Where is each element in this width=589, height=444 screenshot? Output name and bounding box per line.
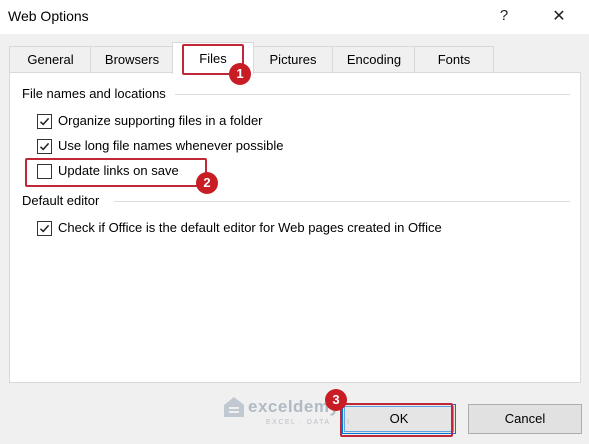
step-marker-3: 3 xyxy=(325,389,347,411)
checkmark-icon xyxy=(39,224,50,233)
checkmark-icon xyxy=(39,142,50,151)
default-editor-label: Check if Office is the default editor fo… xyxy=(58,220,442,235)
default-editor-option[interactable]: Check if Office is the default editor fo… xyxy=(37,220,457,238)
file-names-section-label: File names and locations xyxy=(22,86,166,101)
watermark-tagline: EXCEL · DATA · BI xyxy=(266,419,351,426)
cancel-button[interactable]: Cancel xyxy=(468,404,582,434)
section-divider xyxy=(175,94,570,95)
section-divider xyxy=(114,201,570,202)
window-title: Web Options xyxy=(8,8,89,24)
step-marker-1: 1 xyxy=(229,63,251,85)
step-marker-2: 2 xyxy=(196,172,218,194)
title-bar: Web Options ? ✕ xyxy=(0,0,589,34)
close-icon[interactable]: ✕ xyxy=(548,6,570,28)
organize-files-checkbox[interactable] xyxy=(37,114,52,129)
update-links-highlight xyxy=(25,158,207,187)
tab-pictures[interactable]: Pictures xyxy=(252,46,334,73)
help-icon[interactable]: ? xyxy=(494,6,514,26)
tab-browsers[interactable]: Browsers xyxy=(90,46,174,73)
long-file-names-option[interactable]: Use long file names whenever possible xyxy=(37,138,337,156)
default-editor-checkbox[interactable] xyxy=(37,221,52,236)
tab-fonts[interactable]: Fonts xyxy=(414,46,494,73)
organize-files-label: Organize supporting files in a folder xyxy=(58,113,263,128)
long-file-names-label: Use long file names whenever possible xyxy=(58,138,284,153)
checkmark-icon xyxy=(39,117,50,126)
long-file-names-checkbox[interactable] xyxy=(37,139,52,154)
organize-files-option[interactable]: Organize supporting files in a folder xyxy=(37,113,337,131)
exceldemy-logo-icon xyxy=(224,397,244,417)
default-editor-section-label: Default editor xyxy=(22,193,100,208)
exceldemy-watermark: exceldemy EXCEL · DATA · BI xyxy=(222,395,349,426)
ok-button-highlight xyxy=(340,403,453,437)
tab-general[interactable]: General xyxy=(9,46,92,73)
cancel-label: Cancel xyxy=(504,411,546,426)
tab-encoding[interactable]: Encoding xyxy=(332,46,416,73)
